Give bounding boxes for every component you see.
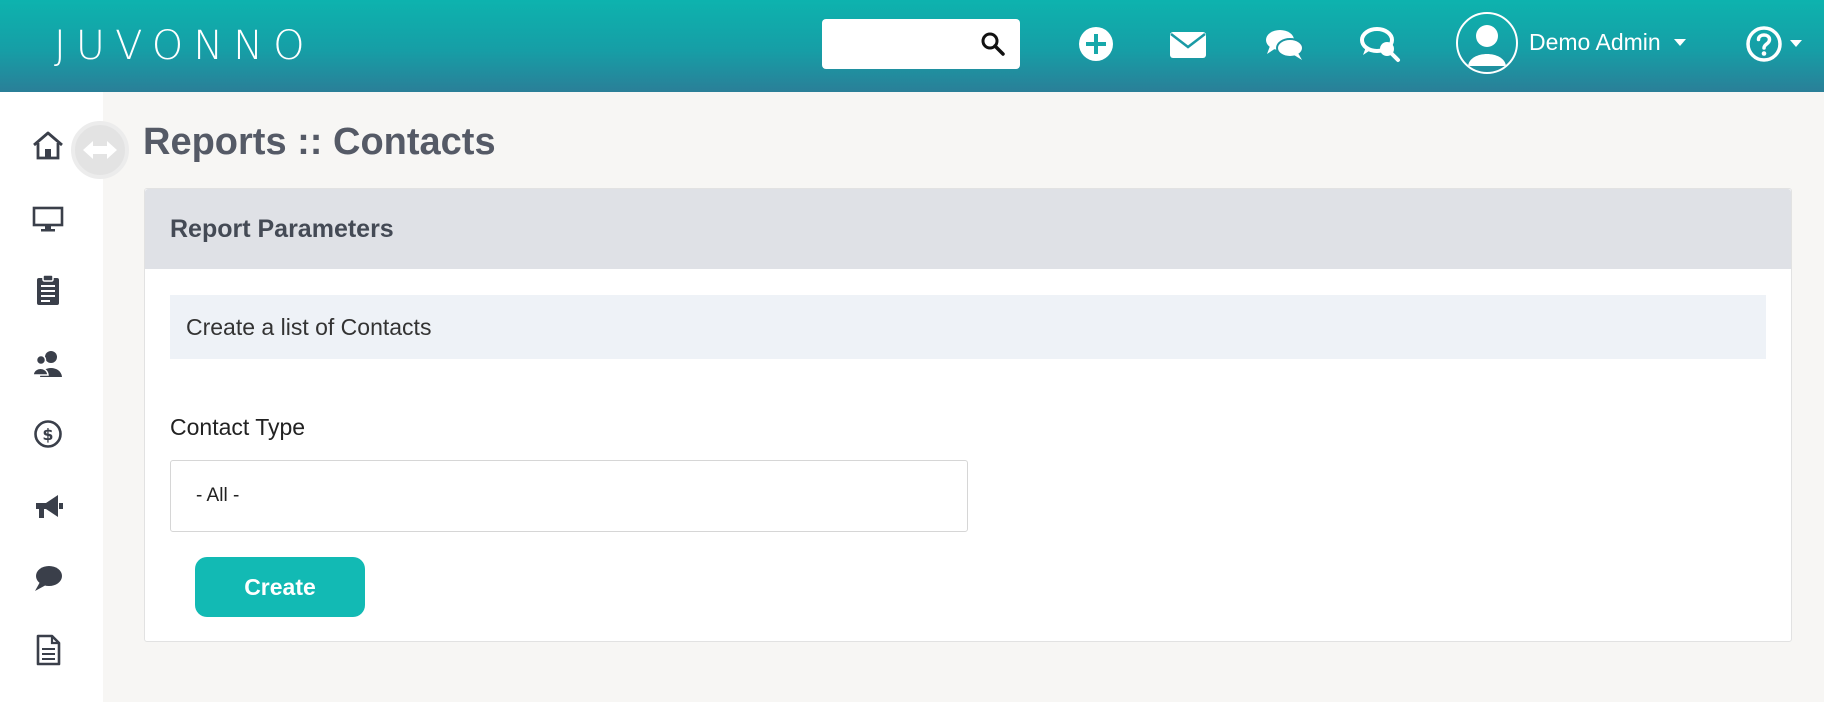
sidebar: $ [0,92,103,702]
user-name[interactable]: Demo Admin [1529,26,1661,58]
dollar-circle-icon[interactable]: $ [30,416,66,452]
user-avatar-icon [1468,25,1506,66]
contact-type-select[interactable]: - All - [170,460,968,532]
envelope-icon[interactable] [1166,22,1210,66]
search-box[interactable] [822,19,1020,69]
search-input[interactable] [830,27,980,61]
contact-type-value[interactable]: - All - [196,483,239,509]
document-icon[interactable] [30,632,66,668]
sidebar-toggle[interactable] [71,121,129,179]
contact-type-label: Contact Type [170,414,306,440]
chat-bubble-icon[interactable] [30,560,66,596]
home-icon[interactable] [30,128,66,164]
panel-header: Report Parameters [145,189,1791,269]
monitor-icon[interactable] [30,200,66,236]
top-navbar: JUVONNO Demo Admin [0,0,1824,92]
panel-title: Report Parameters [170,215,394,243]
search-icon[interactable] [980,31,1006,57]
user-avatar[interactable] [1456,12,1518,74]
report-parameters-panel: Report Parameters Create a list of Conta… [144,188,1792,642]
caret-down-icon[interactable] [1673,37,1687,47]
help-circle-icon[interactable] [1744,24,1784,64]
double-arrow-icon [83,141,117,159]
chat-bubbles-icon[interactable] [1262,22,1306,66]
svg-text:$: $ [42,425,53,444]
chat-search-icon[interactable] [1358,22,1402,66]
create-button[interactable]: Create [195,557,365,617]
page-title: Reports :: Contacts [143,121,496,163]
clipboard-icon[interactable] [30,272,66,308]
info-text: Create a list of Contacts [186,314,432,340]
contacts-icon[interactable] [30,345,66,381]
plus-circle-icon[interactable] [1074,22,1118,66]
logo[interactable]: JUVONNO [54,22,315,70]
help-caret-icon[interactable] [1789,38,1803,48]
info-box: Create a list of Contacts [170,295,1766,359]
megaphone-icon[interactable] [30,488,66,524]
